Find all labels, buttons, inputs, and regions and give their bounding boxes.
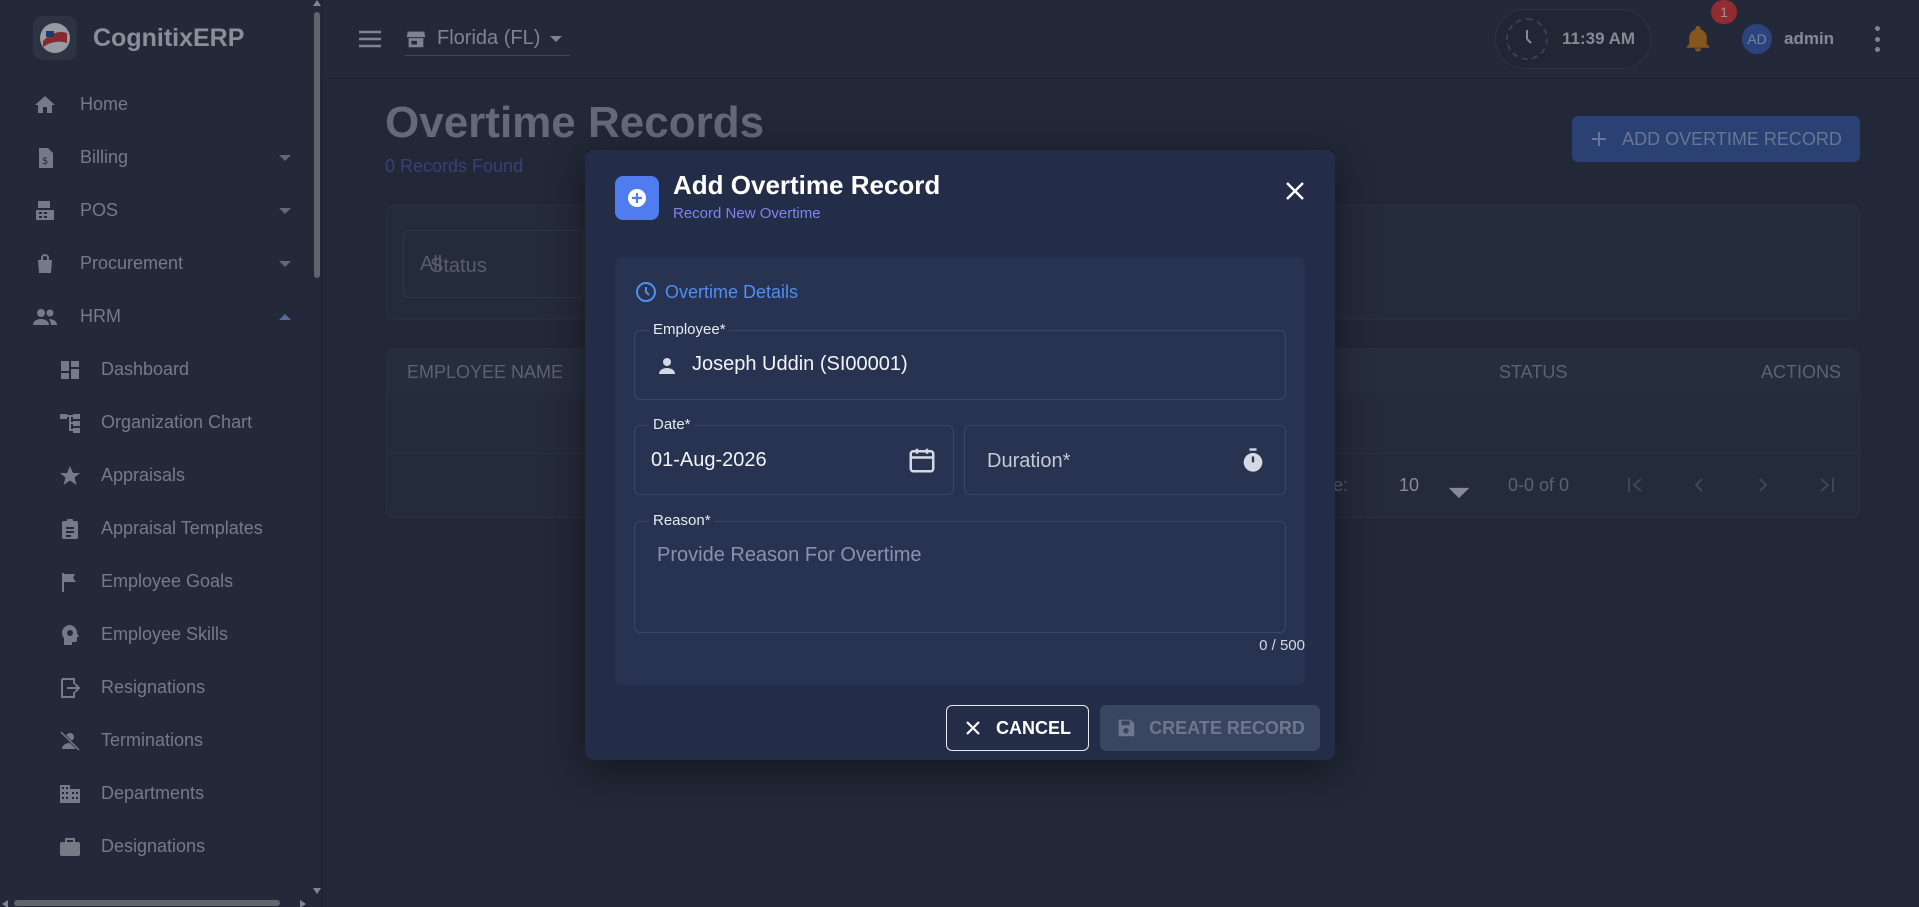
cancel-button[interactable]: CANCEL (946, 705, 1089, 751)
timer-icon (1243, 448, 1263, 472)
person-icon (659, 358, 675, 374)
employee-label: Employee* (649, 321, 730, 338)
section-title-label: Overtime Details (665, 281, 799, 302)
close-icon[interactable] (1281, 177, 1309, 205)
create-label: CREATE RECORD (1149, 717, 1305, 738)
dialog-subtitle: Record New Overtime (673, 205, 821, 222)
reason-label: Reason* (649, 512, 715, 529)
reason-placeholder: Provide Reason For Overtime (657, 544, 922, 566)
employee-value: Joseph Uddin (SI00001) (692, 353, 908, 375)
add-circle-icon (615, 176, 659, 220)
overtime-details-section: Overtime Details Employee* Joseph Uddin … (615, 257, 1305, 685)
add-overtime-dialog: Add Overtime Record Record New Overtime … (585, 150, 1335, 760)
date-value: 01-Aug-2026 (651, 449, 767, 471)
employee-field[interactable]: Employee* Joseph Uddin (SI00001) (634, 321, 1286, 400)
clock-icon (636, 282, 656, 302)
date-label: Date* (649, 416, 695, 433)
cancel-label: CANCEL (996, 717, 1071, 738)
reason-field[interactable]: Reason* Provide Reason For Overtime (634, 512, 1286, 633)
save-icon (1118, 719, 1135, 737)
character-counter: 0 / 500 (1259, 637, 1305, 654)
calendar-icon[interactable] (907, 445, 937, 475)
create-record-button[interactable]: CREATE RECORD (1100, 705, 1320, 751)
duration-field[interactable]: Duration* (964, 425, 1286, 495)
close-icon (966, 721, 980, 735)
dialog-title: Add Overtime Record (673, 170, 941, 200)
date-field[interactable]: Date* 01-Aug-2026 (634, 416, 954, 495)
section-title: Overtime Details (635, 281, 798, 303)
duration-placeholder: Duration* (987, 450, 1071, 472)
